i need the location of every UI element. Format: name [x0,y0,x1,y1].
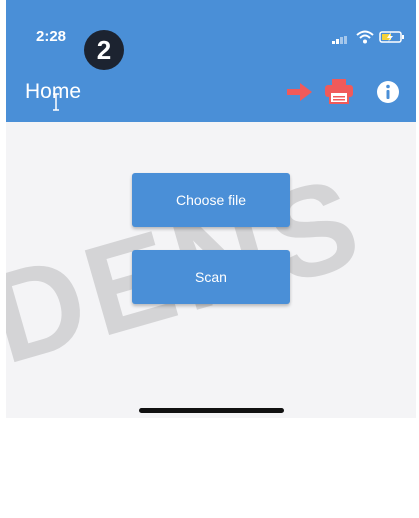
home-indicator[interactable] [139,408,284,413]
step-badge: 2 [84,30,124,70]
arrow-right-icon[interactable] [287,82,313,102]
wifi-icon [356,30,374,44]
scan-button[interactable]: Scan [132,250,290,304]
printer-icon[interactable] [324,78,354,104]
cellular-signal-icon [332,36,347,44]
battery-charging-icon [379,31,404,43]
choose-file-button[interactable]: Choose file [132,173,290,227]
phone-screen: 2:28 2 Home Choose file Scan [6,0,416,418]
app-bar: 2:28 2 Home [6,0,416,122]
info-icon[interactable] [376,80,400,104]
text-cursor-icon [53,93,59,111]
status-time: 2:28 [36,28,67,45]
